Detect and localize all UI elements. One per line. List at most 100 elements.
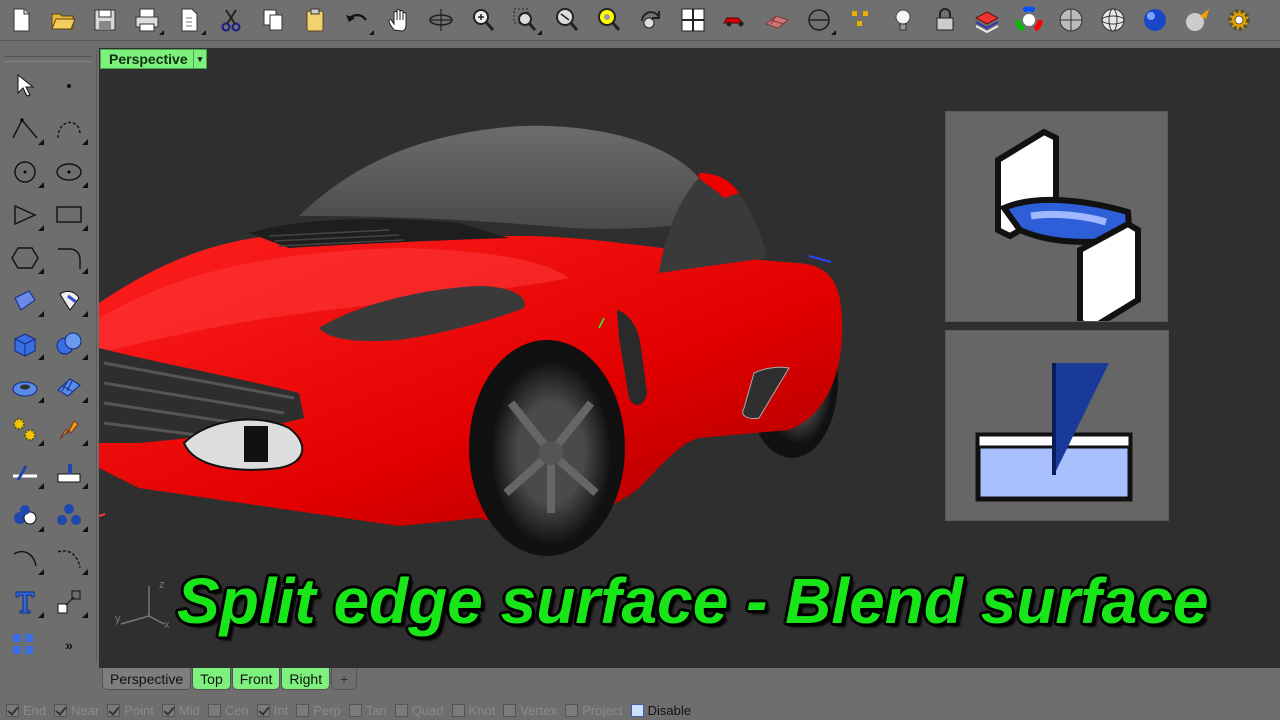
undo-icon[interactable] [336,2,378,38]
viewport-menu-dropdown[interactable]: ▾ [193,50,206,68]
pan-hand-icon[interactable] [378,2,420,38]
group-icon[interactable] [4,494,46,537]
grid-plane-icon[interactable] [756,2,798,38]
toolbar-grip[interactable] [4,56,92,62]
osnap-vertex[interactable]: Vertex [503,703,557,718]
zoom-selected-icon[interactable] [588,2,630,38]
osnap-tan-checkbox[interactable] [348,703,362,717]
trim-icon[interactable] [48,451,90,494]
osnap-knot[interactable]: Knot [451,703,495,718]
split-icon[interactable] [4,451,46,494]
osnap-project-checkbox[interactable] [565,703,579,717]
cut-icon[interactable] [210,2,252,38]
car-model-icon[interactable] [714,2,756,38]
save-icon[interactable] [84,2,126,38]
osnap-vertex-checkbox[interactable] [503,703,517,717]
rotate-view-icon[interactable] [420,2,462,38]
explode-icon[interactable] [48,408,90,451]
osnap-cen-label: Cen [224,702,249,718]
tab-perspective[interactable]: Perspective [102,668,192,690]
polyline-icon[interactable] [4,107,46,150]
material-sphere-icon[interactable] [1176,2,1218,38]
osnap-perp[interactable]: Perp [296,703,341,718]
cplane-icon[interactable] [798,2,840,38]
viewport-title[interactable]: Perspective ▾ [100,49,207,69]
zoom-window-icon[interactable] [504,2,546,38]
rectangle-icon[interactable] [48,193,90,236]
copy-icon[interactable] [252,2,294,38]
osnap-quad[interactable]: Quad [394,702,444,718]
point-icon[interactable] [48,64,90,107]
perspective-viewport[interactable]: Perspective ▾ z y x Split edge surface -… [99,48,1280,668]
boolean-union-icon[interactable] [48,322,90,365]
curve-icon[interactable] [48,107,90,150]
print-icon[interactable] [126,2,168,38]
settings-gear-icon[interactable] [1218,2,1260,38]
lock-icon[interactable] [924,2,966,38]
render-sphere-icon[interactable] [1134,2,1176,38]
osnap-near-checkbox[interactable] [54,703,68,717]
mesh-plane-icon[interactable] [48,365,90,408]
circle-icon[interactable] [4,150,46,193]
rotate-camera-icon[interactable] [630,2,672,38]
osnap-point[interactable]: Point [107,703,154,718]
osnap-perp-checkbox[interactable] [296,703,310,717]
box-solid-icon[interactable] [4,322,46,365]
osnap-tan-label: Tan [365,702,387,718]
paste-icon[interactable] [294,2,336,38]
zoom-dynamic-icon[interactable] [462,2,504,38]
ellipse-icon[interactable] [48,150,90,193]
front-wheel [469,340,625,556]
select-arrow-icon[interactable] [4,64,46,107]
viewport-tabs: Perspective Top Front Right + [99,668,1280,692]
osnap-point-checkbox[interactable] [107,703,121,717]
zoom-extents-icon[interactable] [546,2,588,38]
surface-edge-icon[interactable] [48,279,90,322]
new-file-icon[interactable] [0,2,42,38]
viewport-layout-icon[interactable] [672,2,714,38]
wire-sphere-icon[interactable] [1092,2,1134,38]
color-wheel-icon[interactable] [1008,2,1050,38]
osnap-cen[interactable]: Cen [207,702,249,718]
osnap-cen-checkbox[interactable] [207,703,221,717]
import-icon[interactable] [168,2,210,38]
osnap-end-checkbox[interactable] [6,703,19,717]
osnap-int[interactable]: Int [256,703,288,718]
surface-corners-icon[interactable] [4,279,46,322]
osnap-disable[interactable]: Disable [630,703,691,718]
text-icon[interactable] [4,580,46,623]
osnap-project[interactable]: Project [565,703,623,718]
standard-toolbar [0,0,1280,41]
transform-icon[interactable] [4,408,46,451]
object-snap-icon[interactable] [840,2,882,38]
more-tools-icon[interactable]: » [48,623,90,666]
light-bulb-icon[interactable] [882,2,924,38]
osnap-quad-label: Quad [411,702,444,718]
osnap-mid-checkbox[interactable] [161,703,175,717]
osnap-knot-checkbox[interactable] [451,703,465,717]
tab-front[interactable]: Front [231,668,281,690]
arc-icon[interactable] [4,193,46,236]
array-icon[interactable] [4,623,46,666]
mesh-torus-icon[interactable] [4,365,46,408]
osnap-int-checkbox[interactable] [256,703,270,717]
ungroup-icon[interactable] [48,494,90,537]
dimension-arc-icon[interactable] [4,537,46,580]
osnap-point-label: Point [124,702,154,718]
layers-icon[interactable] [966,2,1008,38]
add-viewport-tab-button[interactable]: + [331,668,358,690]
osnap-mid[interactable]: Mid [161,703,200,718]
tab-top[interactable]: Top [192,668,231,690]
tab-right[interactable]: Right [281,668,331,690]
osnap-quad-checkbox[interactable] [394,703,408,717]
osnap-disable-checkbox[interactable] [630,703,644,717]
open-folder-icon[interactable] [42,2,84,38]
osnap-tan[interactable]: Tan [348,702,387,718]
fillet-curve-icon[interactable] [48,236,90,279]
shade-sphere-icon[interactable] [1050,2,1092,38]
scale-icon[interactable] [48,580,90,623]
dimension-curve-icon[interactable] [48,537,90,580]
osnap-near[interactable]: Near [54,703,99,718]
osnap-end[interactable]: End [6,703,46,718]
polygon-icon[interactable] [4,236,46,279]
